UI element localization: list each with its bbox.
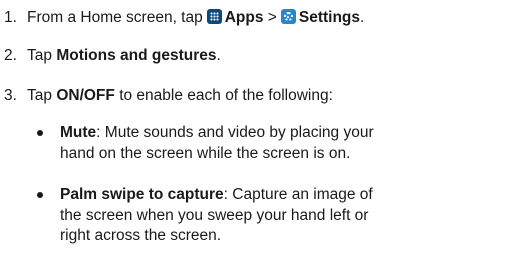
step-text: Tap Motions and gestures. (27, 46, 221, 66)
bullet-line: right across the screen. (60, 227, 222, 244)
bullet-dot-icon (37, 130, 43, 136)
separator: > (267, 9, 277, 26)
toggle-label-on-off: ON/OFF (56, 87, 115, 104)
bullet-text: Mute: Mute sounds and video by placing y… (60, 123, 505, 164)
step-number: 2. (4, 47, 17, 64)
step-prefix: From a Home screen, tap (27, 9, 203, 26)
apps-grid-icon (206, 9, 222, 24)
step-number: 1. (4, 9, 17, 26)
step-suffix: . (216, 47, 221, 64)
step-number: 3. (4, 87, 17, 104)
step-text: From a Home screen, tap Apps > Settings. (27, 8, 364, 28)
step-prefix: Tap (27, 47, 52, 64)
settings-label: Settings (298, 9, 361, 26)
step-suffix: to enable each of the following: (119, 87, 333, 104)
apps-label: Apps (224, 9, 264, 26)
step-prefix: Tap (27, 87, 52, 104)
settings-gear-icon (280, 9, 296, 24)
bullet-text: Palm swipe to capture: Capture an image … (60, 185, 505, 247)
bullet-line: Palm swipe to capture: Capture an image … (60, 186, 373, 203)
bullet-term: Palm swipe to capture (60, 186, 224, 203)
menu-option-motions-and-gestures: Motions and gestures (56, 47, 217, 64)
bullet-line: Mute: Mute sounds and video by placing y… (60, 124, 374, 141)
step-suffix: . (360, 9, 365, 26)
bullet-line: the screen when you sweep your hand left… (60, 206, 369, 224)
bullet-term: Mute (60, 124, 97, 141)
instructions: 1. From a Home screen, tap Apps > Settings… (0, 0, 509, 267)
step-text: Tap ON/OFF to enable each of the followi… (27, 86, 333, 106)
bullet-line: hand on the screen while the screen is o… (60, 144, 351, 162)
bullet-dot-icon (37, 192, 43, 198)
